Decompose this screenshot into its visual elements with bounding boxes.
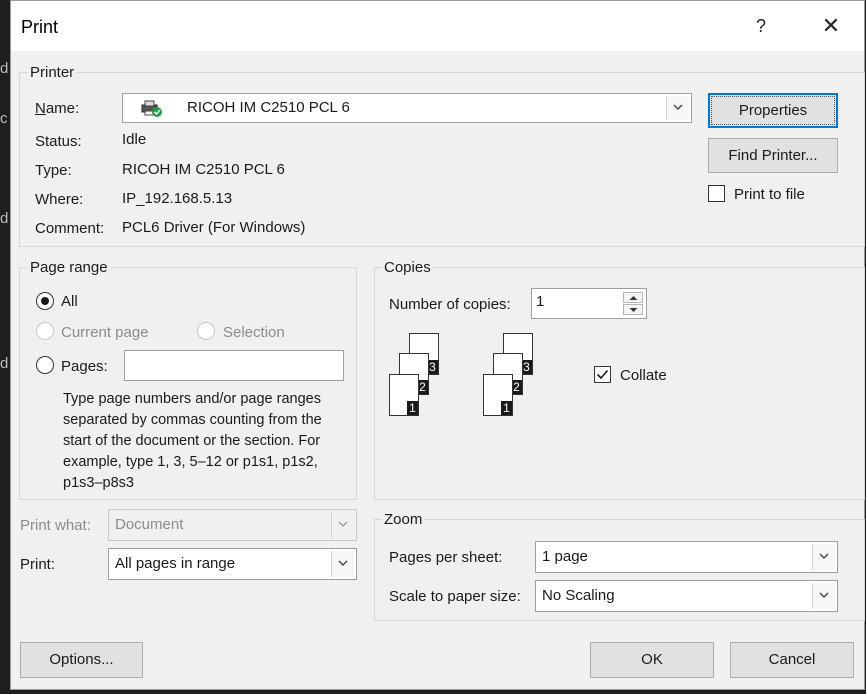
all-radio-dot [41,297,49,305]
properties-button-label: Properties [738,102,808,119]
number-of-copies-label: Number of copies: [389,296,511,313]
pages-label: Pages: [61,358,108,375]
dialog-title: Print [21,17,59,37]
pages-per-sheet-combo[interactable]: 1 page [535,541,838,573]
print-dialog: Print ? ✕ Printer Name: RICOH IM C2510 P… [10,0,865,690]
ok-button[interactable]: OK [590,642,714,678]
dropdown-arrow-icon[interactable] [812,583,835,609]
print-what-value: Document [115,516,184,533]
selection-label: Selection [223,324,285,341]
background-document-text: d [0,210,9,227]
comment-label: Comment: [35,220,105,237]
ok-button-label: OK [641,651,663,668]
zoom-group-label: Zoom [382,511,425,528]
scale-label: Scale to paper size: [389,588,521,605]
options-button[interactable]: Options... [20,642,143,678]
printer-name-combo[interactable]: RICOH IM C2510 PCL 6 [122,93,692,123]
find-printer-button-label: Find Printer... [728,147,818,164]
copies-group-label: Copies [382,259,433,276]
printer-name-value: RICOH IM C2510 PCL 6 [187,99,350,116]
print-combo[interactable]: All pages in range [108,548,357,580]
dropdown-arrow-icon[interactable] [331,551,354,577]
print-label: Print: [20,556,56,573]
type-value: RICOH IM C2510 PCL 6 [122,161,285,178]
background-document-text: d [0,355,9,372]
options-button-label: Options... [49,651,114,668]
print-value: All pages in range [115,555,236,572]
collate-illustration: 3 2 1 3 2 1 [389,331,609,421]
copies-value: 1 [536,293,545,310]
page-range-help-text: Type page numbers and/or page ranges sep… [63,391,322,491]
find-printer-button[interactable]: Find Printer... [708,138,838,173]
type-label: Type: [35,162,72,179]
printer-group-label: Printer [28,64,77,81]
background-document-text: d [0,60,9,77]
page-sheet: 1 [389,374,419,416]
cancel-button-label: Cancel [768,651,816,668]
where-label: Where: [35,191,84,208]
dropdown-arrow-icon[interactable] [812,544,835,570]
print-what-label: Print what: [20,517,91,534]
page-sheet: 1 [483,374,513,416]
spin-down-icon[interactable] [623,304,643,315]
collate-label: Collate [620,367,667,384]
checkmark-icon [596,369,609,380]
current-page-label: Current page [61,324,149,341]
pages-per-sheet-value: 1 page [542,548,588,565]
background-document-text: c [0,110,8,127]
dropdown-arrow-icon[interactable] [666,96,689,120]
scale-combo[interactable]: No Scaling [535,580,838,612]
copies-spinner[interactable]: 1 [531,288,647,319]
properties-button[interactable]: Properties [708,93,838,128]
close-button[interactable]: ✕ [811,11,851,41]
printer-icon [141,100,163,128]
name-label: Name: [35,100,80,117]
where-value: IP_192.168.5.13 [122,190,233,207]
all-radio-label: All [61,293,78,310]
scale-value: No Scaling [542,587,615,604]
status-label: Status: [35,133,82,150]
collate-checkbox[interactable] [594,366,611,383]
page-range-group-label: Page range [28,259,110,276]
status-value: Idle [122,131,147,148]
page-number: 1 [407,401,418,415]
print-to-file-checkbox[interactable] [708,185,725,202]
print-to-file-label: Print to file [734,186,805,203]
pages-radio[interactable] [36,356,54,374]
close-icon: ✕ [821,13,841,38]
cancel-button[interactable]: Cancel [730,642,854,678]
comment-value: PCL6 Driver (For Windows) [122,219,306,236]
spin-up-icon[interactable] [623,292,643,303]
current-page-radio[interactable] [36,322,54,340]
print-what-combo[interactable]: Document [108,509,357,541]
all-radio[interactable] [36,292,54,310]
selection-radio[interactable] [197,322,215,340]
pages-per-sheet-label: Pages per sheet: [389,549,503,566]
dropdown-arrow-icon[interactable] [331,512,354,538]
page-number: 1 [501,401,512,415]
title-bar: Print ? ✕ [11,1,864,51]
help-button[interactable]: ? [751,11,771,41]
pages-input[interactable] [124,350,344,381]
